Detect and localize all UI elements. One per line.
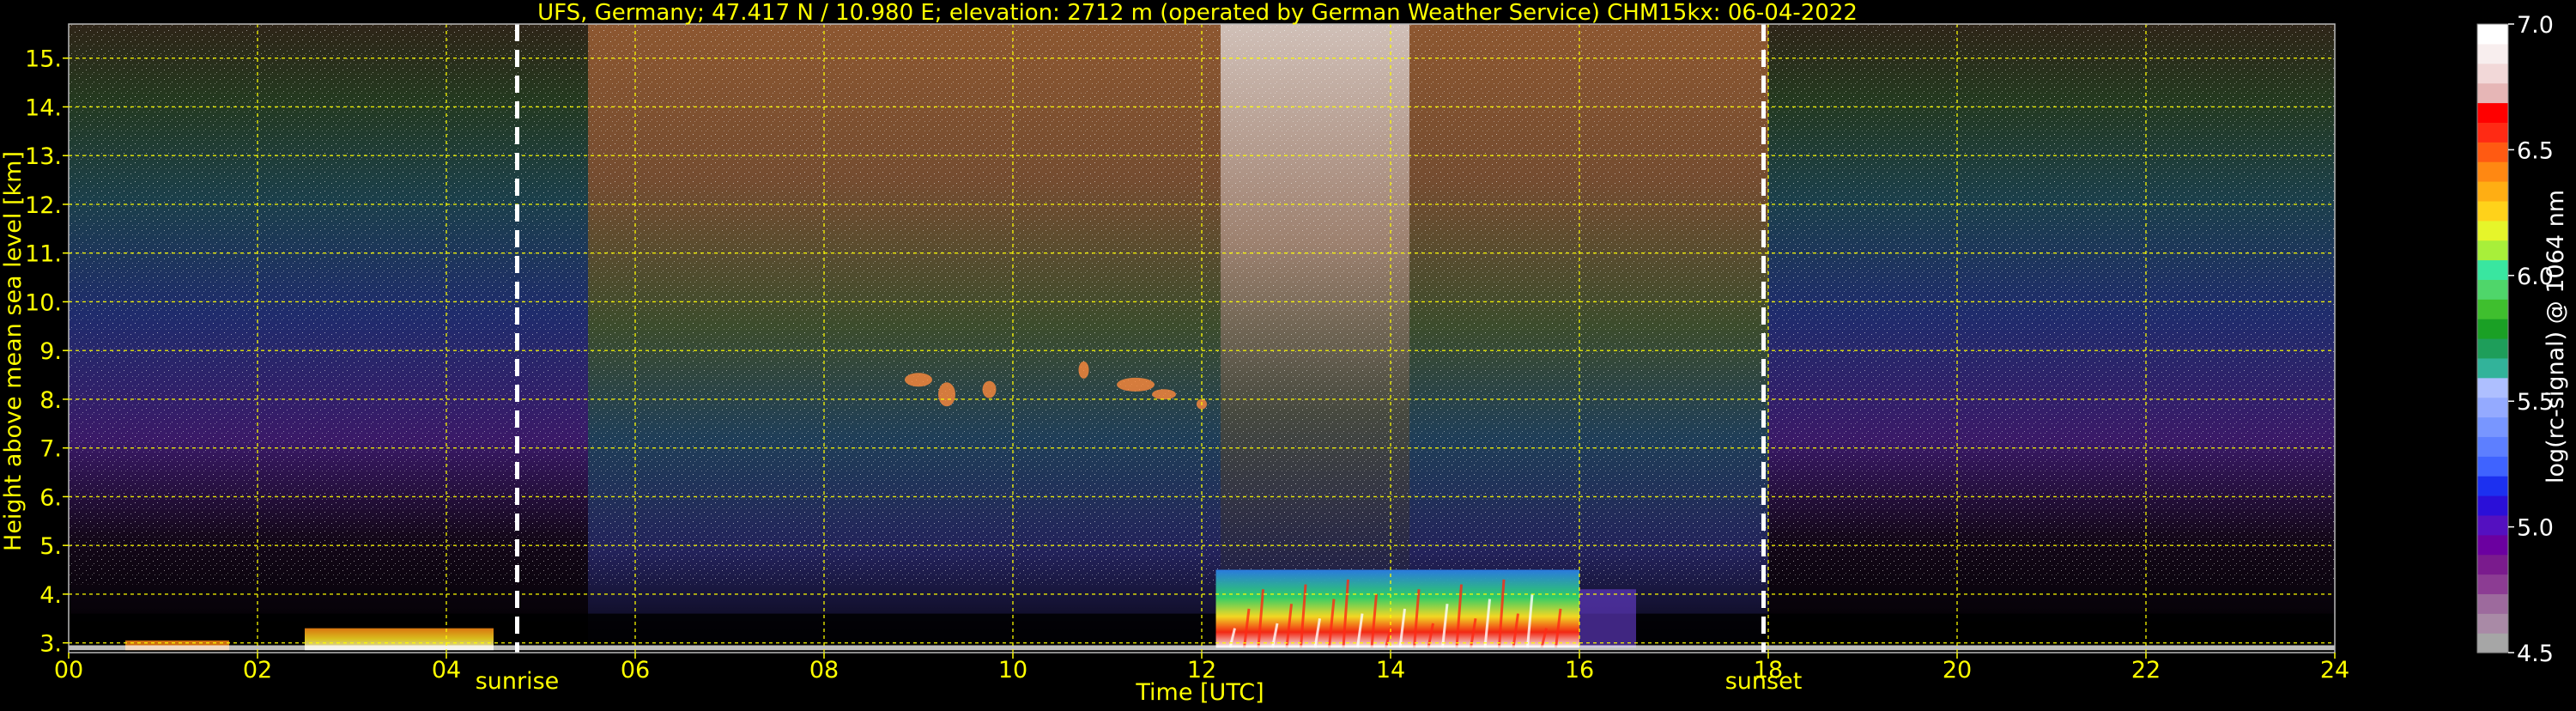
- boundary-layer-tail: [1579, 589, 1636, 648]
- y-tick-label-12: 15.: [25, 46, 62, 73]
- x-tick-label-2: 04: [432, 657, 461, 684]
- x-tick-label-10: 20: [1943, 657, 1972, 684]
- x-tick-label-5: 10: [998, 657, 1027, 684]
- y-tick-label-9: 12.: [25, 192, 62, 219]
- colorbar-swatch-23: [2477, 181, 2508, 202]
- colorbar-label: log(rc-signal) @ 1064 nm: [2543, 190, 2569, 483]
- y-tick-label-4: 7.: [39, 436, 62, 463]
- colorbar-swatch-18: [2477, 279, 2508, 300]
- ceilometer-figure: sunrise sunset 00 02 04 06 08 10 12 14 16 18 20 22 24…: [0, 0, 2576, 708]
- colorbar-swatch-21: [2477, 220, 2508, 241]
- colorbar-swatch-10: [2477, 436, 2508, 457]
- ceilometer-chart: sunrise sunset 00 02 04 06 08 10 12 14 16 18 20 22 24…: [0, 0, 2576, 708]
- y-tick-label-5: 8.: [39, 387, 62, 414]
- colorbar-swatch-6: [2477, 514, 2508, 536]
- y-tick-label-0: 3.: [39, 631, 62, 658]
- colorbar-swatch-26: [2477, 122, 2508, 143]
- heatmap-layer: [69, 24, 2335, 653]
- y-tick-label-1: 4.: [39, 582, 62, 609]
- colorbar-swatch-13: [2477, 377, 2508, 398]
- cloud-patch-1: [938, 382, 955, 407]
- cloud-patch-3: [1078, 361, 1089, 379]
- colorbar-tick-label-0: 4.5: [2517, 641, 2554, 667]
- colorbar-swatch-15: [2477, 338, 2508, 359]
- y-tick-label-8: 11.: [25, 241, 62, 268]
- colorbar-swatch-1: [2477, 613, 2508, 634]
- x-tick-label-9: 18: [1754, 657, 1783, 684]
- colorbar-tick-label-4: 6.5: [2517, 137, 2554, 164]
- x-tick-label-3: 06: [621, 657, 650, 684]
- colorbar-swatch-24: [2477, 161, 2508, 182]
- colorbar-swatch-2: [2477, 593, 2508, 614]
- colorbar-swatch-20: [2477, 240, 2508, 261]
- cloud-patch-0: [905, 373, 932, 387]
- y-axis-label: Height above mean sea level [km]: [0, 151, 27, 551]
- y-tick-label-10: 13.: [25, 143, 62, 170]
- y-tick-label-11: 14.: [25, 94, 62, 121]
- x-tick-label-1: 02: [243, 657, 272, 684]
- y-tick-label-6: 9.: [39, 338, 62, 365]
- colorbar-swatch-7: [2477, 495, 2508, 516]
- x-tick-label-7: 14: [1376, 657, 1405, 684]
- colorbar-swatch-0: [2477, 633, 2508, 653]
- boundary-layer-block: [1215, 569, 1579, 648]
- cloud-patch-5: [1152, 389, 1176, 400]
- x-tick-label-12: 24: [2320, 657, 2349, 684]
- colorbar-swatch-3: [2477, 574, 2508, 594]
- colorbar-swatch-31: [2477, 24, 2508, 45]
- x-tick-label-0: 00: [54, 657, 83, 684]
- colorbar-swatch-17: [2477, 299, 2508, 319]
- colorbar-swatch-8: [2477, 476, 2508, 496]
- colorbar-tick-label-5: 7.0: [2517, 12, 2554, 39]
- cloud-patch-2: [982, 380, 997, 398]
- sunrise-label: sunrise: [476, 668, 560, 695]
- colorbar-swatch-22: [2477, 200, 2508, 222]
- colorbar-tick-label-1: 5.0: [2517, 515, 2554, 542]
- colorbar-swatch-5: [2477, 534, 2508, 556]
- colorbar-swatch-19: [2477, 259, 2508, 280]
- chart-title: UFS, Germany; 47.417 N / 10.980 E; eleva…: [537, 0, 1858, 26]
- colorbar-swatch-4: [2477, 554, 2508, 575]
- colorbar-swatch-11: [2477, 416, 2508, 437]
- colorbar-swatch-29: [2477, 63, 2508, 84]
- colorbar-swatch-28: [2477, 82, 2508, 104]
- colorbar-swatch-16: [2477, 319, 2508, 339]
- cloud-patch-4: [1117, 377, 1155, 392]
- colorbar-swatch-14: [2477, 357, 2508, 379]
- x-tick-label-8: 16: [1565, 657, 1594, 684]
- colorbar-swatch-25: [2477, 142, 2508, 162]
- x-tick-label-4: 08: [809, 657, 839, 684]
- colorbar-swatch-9: [2477, 456, 2508, 477]
- colorbar-swatch-12: [2477, 397, 2508, 418]
- y-tick-label-3: 6.: [39, 484, 62, 511]
- x-axis-label: Time [UTC]: [1135, 679, 1264, 706]
- y-tick-label-7: 10.: [25, 289, 62, 316]
- y-tick-label-2: 5.: [39, 533, 62, 560]
- colorbar-swatch-27: [2477, 102, 2508, 123]
- colorbar-swatch-30: [2477, 43, 2508, 64]
- x-tick-label-11: 22: [2131, 657, 2161, 684]
